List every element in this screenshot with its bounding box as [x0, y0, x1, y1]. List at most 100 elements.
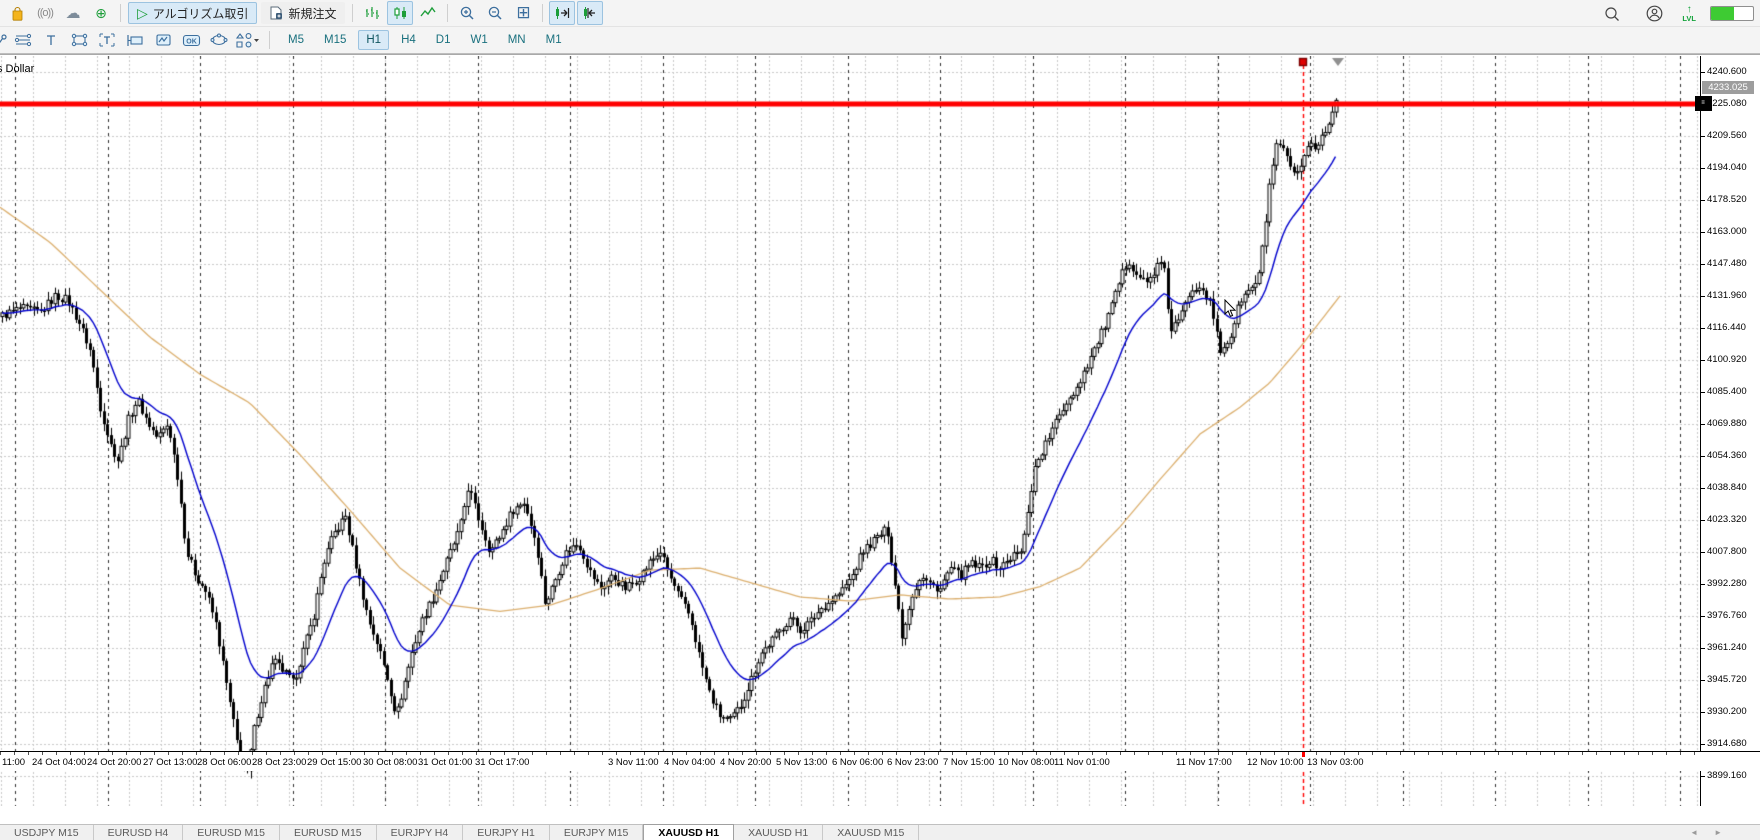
- time-axis-label: 24 Oct 20:00: [87, 757, 141, 768]
- account-icon[interactable]: [1641, 2, 1667, 26]
- chart-tab-usdjpy-m15[interactable]: USDJPY M15: [0, 825, 94, 840]
- price-tick: [1701, 744, 1705, 745]
- tab-scroll-right-icon[interactable]: ►: [1714, 828, 1722, 837]
- tile-windows-icon[interactable]: ⊞: [510, 1, 536, 25]
- chart-tab-xauusd-h1[interactable]: XAUUSD H1: [643, 824, 734, 840]
- price-axis-label: 4023.320: [1707, 514, 1747, 525]
- crosshair-icon[interactable]: [0, 28, 8, 52]
- chart-tab-eurusd-m15[interactable]: EURUSD M15: [280, 825, 377, 840]
- new-order-page-icon: [270, 6, 283, 20]
- shopping-bag-icon[interactable]: [4, 1, 30, 25]
- price-tick: [1701, 392, 1705, 393]
- level-icon[interactable]: ↑ LVL: [1682, 5, 1696, 23]
- shape-rect-icon[interactable]: [66, 28, 92, 52]
- timeframe-d1[interactable]: D1: [428, 30, 459, 50]
- chart-tab-eurjpy-h1[interactable]: EURJPY H1: [463, 825, 550, 840]
- toolbar-right-group: ↑ LVL: [1598, 0, 1754, 27]
- cloud-icon[interactable]: ☁: [60, 1, 86, 25]
- price-tick: [1701, 360, 1705, 361]
- timeframe-group: M5M15H1H4D1W1MNM1: [278, 30, 572, 50]
- vertical-line-icon[interactable]: [38, 28, 64, 52]
- zoom-out-icon[interactable]: [482, 1, 508, 25]
- chart-tab-eurusd-h4[interactable]: EURUSD H4: [94, 825, 184, 840]
- algo-trading-button[interactable]: ▷ アルゴリズム取引: [128, 2, 257, 24]
- timeframe-w1[interactable]: W1: [462, 30, 495, 50]
- price-axis[interactable]: 4233.025 ≡ 4240.6004225.0804209.5604194.…: [1700, 56, 1760, 806]
- time-axis[interactable]: 11:0024 Oct 04:0024 Oct 20:0027 Oct 13:0…: [0, 751, 1760, 771]
- time-axis-label: 3 Nov 11:00: [608, 757, 659, 768]
- chart-tab-xauusd-h1[interactable]: XAUUSD H1: [734, 825, 823, 840]
- ellipse-icon[interactable]: [206, 28, 232, 52]
- chart-tab-eurusd-m15[interactable]: EURUSD M15: [183, 825, 280, 840]
- time-axis-label: 11 Nov 01:00: [1054, 757, 1110, 768]
- price-tick: [1701, 584, 1705, 585]
- timeframe-h1[interactable]: H1: [358, 30, 389, 50]
- algo-trading-label: アルゴリズム取引: [153, 5, 249, 22]
- chart-tab-eurjpy-h4[interactable]: EURJPY H4: [377, 825, 464, 840]
- chart-tab-xauusd-m15[interactable]: XAUUSD M15: [823, 825, 919, 840]
- price-tick: [1701, 296, 1705, 297]
- price-axis-label: 4131.960: [1707, 290, 1747, 301]
- price-tick: [1701, 456, 1705, 457]
- broadcast-add-icon[interactable]: ⊕: [88, 1, 114, 25]
- ok-dialog-icon[interactable]: OK: [178, 28, 204, 52]
- tab-scroll-arrows: ◄ ►: [1690, 824, 1722, 840]
- chart-shift-icon[interactable]: [577, 1, 603, 25]
- text-label-icon[interactable]: [94, 28, 120, 52]
- tab-scroll-left-icon[interactable]: ◄: [1690, 828, 1698, 837]
- time-axis-label: 6 Nov 06:00: [832, 757, 883, 768]
- signal-icon[interactable]: ((o)): [32, 1, 58, 25]
- toolbar-separator: [447, 4, 448, 22]
- price-tick: [1701, 712, 1705, 713]
- search-icon[interactable]: [1599, 2, 1625, 26]
- price-axis-label: 4085.400: [1707, 386, 1747, 397]
- price-tick: [1701, 104, 1705, 105]
- timeframe-h4[interactable]: H4: [393, 30, 424, 50]
- algo-play-icon: ▷: [137, 5, 148, 22]
- line-chart-icon[interactable]: [415, 1, 441, 25]
- toolbar-separator: [352, 4, 353, 22]
- toolbar-separator: [542, 4, 543, 22]
- timeframe-m15[interactable]: M15: [316, 30, 354, 50]
- chart-tab-eurjpy-m15[interactable]: EURJPY M15: [550, 825, 644, 840]
- indicator-box-icon[interactable]: [150, 28, 176, 52]
- price-tick: [1701, 552, 1705, 553]
- time-axis-label: 10 Nov 08:00: [998, 757, 1055, 768]
- timeframe-m5[interactable]: M5: [280, 30, 312, 50]
- chart-tab-bar: USDJPY M15EURUSD H4EURUSD M15EURUSD M15E…: [0, 824, 1760, 840]
- price-tick: [1701, 776, 1705, 777]
- timeframe-m1[interactable]: M1: [538, 30, 570, 50]
- bar-chart-icon[interactable]: [359, 1, 385, 25]
- price-chart-canvas[interactable]: [0, 56, 1700, 806]
- price-axis-label: 4007.800: [1707, 546, 1747, 557]
- price-tick: [1701, 168, 1705, 169]
- time-axis-label: 4 Nov 20:00: [720, 757, 771, 768]
- timeframe-mn[interactable]: MN: [500, 30, 534, 50]
- price-axis-label: 4225.080: [1707, 98, 1747, 109]
- price-tick: [1701, 72, 1705, 73]
- price-tick: [1701, 424, 1705, 425]
- time-axis-label: 29 Oct 15:00: [307, 757, 361, 768]
- price-tick: [1701, 264, 1705, 265]
- battery-progress-fill: [1711, 7, 1734, 20]
- trend-lines-icon[interactable]: [10, 28, 36, 52]
- time-axis-label: 7 Nov 15:00: [943, 757, 994, 768]
- auto-scroll-icon[interactable]: [549, 1, 575, 25]
- price-tick: [1701, 616, 1705, 617]
- price-axis-label: 3945.720: [1707, 674, 1747, 685]
- price-label-icon[interactable]: [122, 28, 148, 52]
- new-order-button[interactable]: 新規注文: [261, 2, 345, 24]
- time-axis-label: 11:00: [2, 757, 25, 768]
- price-axis-label: 4209.560: [1707, 130, 1747, 141]
- candlestick-chart-icon[interactable]: [387, 1, 413, 25]
- zoom-in-icon[interactable]: [454, 1, 480, 25]
- time-axis-label: 12 Nov 10:00: [1247, 757, 1304, 768]
- time-axis-label: 4 Nov 04:00: [664, 757, 715, 768]
- price-axis-label: 4178.520: [1707, 194, 1747, 205]
- drawing-toolbar: OK M5M15H1H4D1W1MNM1: [0, 27, 1760, 54]
- price-axis-label: 4100.920: [1707, 354, 1747, 365]
- level-label: LVL: [1682, 15, 1696, 23]
- price-axis-label: 3914.680: [1707, 738, 1747, 749]
- objects-more-icon[interactable]: [234, 28, 260, 52]
- main-toolbar: ((o)) ☁ ⊕ ▷ アルゴリズム取引 新規注文 ⊞: [0, 0, 1760, 27]
